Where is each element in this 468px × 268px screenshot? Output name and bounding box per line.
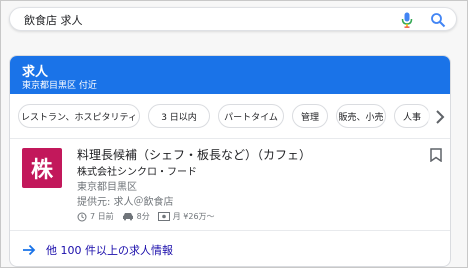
job-company: 株式会社シンクロ・フード (77, 167, 197, 178)
chevron-right-icon (436, 110, 445, 124)
meta-salary: 月 ¥26万〜 (157, 211, 215, 222)
salary-text: 月 ¥26万〜 (172, 212, 215, 221)
chip-management[interactable]: 管理 (292, 104, 328, 128)
chip-parttime[interactable]: パートタイム (218, 104, 284, 128)
job-title[interactable]: 料理長候補（シェフ・板長など）（カフェ） (77, 146, 311, 163)
chip-3days[interactable]: 3 日以内 (148, 104, 210, 128)
job-source: 提供元: 求人＠飲食店 (77, 197, 174, 208)
job-location: 東京都目黒区 (77, 182, 137, 193)
search-input[interactable] (24, 12, 384, 28)
search-icon[interactable] (430, 12, 446, 28)
arrow-right-icon (23, 244, 36, 256)
meta-posted: 7 日前 (77, 211, 114, 222)
chip-restaurant[interactable]: レストラン、ホスピタリティ (18, 104, 140, 128)
more-jobs-text: 他 100 件以上の求人情報 (46, 244, 173, 257)
chip-sales[interactable]: 販売、小売 (336, 104, 386, 128)
money-icon (157, 212, 170, 221)
car-icon (122, 213, 133, 221)
search-bar[interactable] (9, 7, 457, 31)
commute-text: 8分 (136, 212, 150, 221)
more-jobs-link[interactable]: 他 100 件以上の求人情報 (22, 242, 173, 258)
microphone-icon[interactable] (401, 12, 413, 28)
bookmark-icon[interactable] (430, 148, 442, 162)
job-meta: 7 日前 8分 月 ¥26万〜 (77, 211, 223, 222)
clock-icon (77, 212, 87, 221)
meta-commute: 8分 (122, 211, 150, 222)
posted-text: 7 日前 (90, 212, 114, 221)
chips-divider (10, 138, 450, 139)
chips-scroll-right[interactable] (428, 104, 450, 130)
more-divider (10, 230, 450, 231)
chip-hr[interactable]: 人事 (394, 104, 430, 128)
jobs-card-location: 東京都目黒区 付近 (22, 81, 97, 91)
jobs-card-header: 求人 東京都目黒区 付近 (10, 56, 450, 94)
filter-chips: レストラン、ホスピタリティ 3 日以内 パートタイム 管理 販売、小売 人事 (18, 104, 450, 130)
page-frame: 求人 東京都目黒区 付近 レストラン、ホスピタリティ 3 日以内 パートタイム … (0, 0, 468, 268)
company-logo: 株 (22, 148, 62, 188)
jobs-card: 求人 東京都目黒区 付近 レストラン、ホスピタリティ 3 日以内 パートタイム … (9, 55, 451, 267)
